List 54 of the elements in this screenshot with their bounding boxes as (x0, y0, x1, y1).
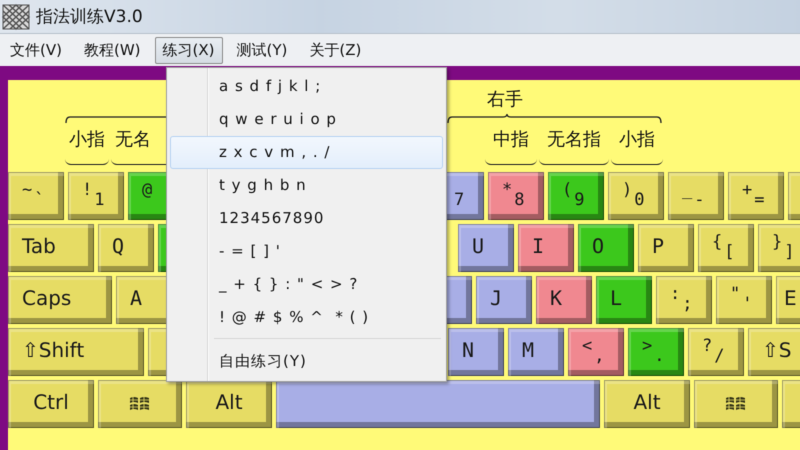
key: :; (656, 276, 712, 324)
flag-icon (724, 395, 748, 413)
key: Alt (604, 380, 690, 428)
key: )0 (608, 172, 664, 220)
key: Tab (8, 224, 94, 272)
window-title: 指法训练V3.0 (36, 6, 143, 28)
key: Ctrl (8, 380, 94, 428)
finger-label: 小指 (619, 129, 655, 150)
key: E (776, 276, 800, 324)
key: L (596, 276, 652, 324)
key: ⇧S (748, 328, 800, 376)
key: I (518, 224, 574, 272)
menu-bar-item[interactable]: 教程(W) (76, 36, 149, 64)
menu-bar-item[interactable]: 文件(V) (2, 36, 70, 64)
menu-item[interactable]: a s d f j k l ; (170, 70, 443, 103)
key: }] (758, 224, 800, 272)
key: Alt (186, 380, 272, 428)
hand-label: 右手 (487, 88, 523, 112)
key: _- (668, 172, 724, 220)
finger-label: 无名 (115, 129, 151, 150)
key: O (578, 224, 634, 272)
key: ⇧Shift (8, 328, 144, 376)
key: *8 (488, 172, 544, 220)
finger-label: 无名指 (547, 129, 601, 150)
menu-item[interactable]: _ + { } : " < > ? (170, 268, 443, 301)
finger-label: 中指 (493, 129, 529, 150)
menu-bar-item[interactable]: 测试(Y) (228, 36, 296, 64)
menu-bar-item[interactable]: 练习(X) (154, 36, 222, 64)
finger-label: 小指 (69, 129, 105, 150)
flag-icon (128, 395, 152, 413)
key: += (728, 172, 784, 220)
key: !1 (68, 172, 124, 220)
key: {[ (698, 224, 754, 272)
key: K (536, 276, 592, 324)
key: Caps (8, 276, 112, 324)
menu-item[interactable]: q w e r u i o p (170, 103, 443, 136)
key: ?/ (688, 328, 744, 376)
key: "' (716, 276, 772, 324)
checkered-icon (2, 2, 30, 30)
key: <, (568, 328, 624, 376)
key: N (448, 328, 504, 376)
key: P (638, 224, 694, 272)
key: (9 (548, 172, 604, 220)
key: Q (98, 224, 154, 272)
menu-item[interactable]: ! @ # $ % ^ * ( ) (170, 301, 443, 334)
menu-item[interactable]: 自由练习(Y) (170, 345, 443, 378)
key: >. (628, 328, 684, 376)
menu-item[interactable]: z x c v m , . / (170, 136, 443, 169)
key: ~` (8, 172, 64, 220)
key: M (508, 328, 564, 376)
menu-item[interactable]: - = [ ] ' (170, 235, 443, 268)
menu-bar-item[interactable]: 关于(Z) (301, 36, 370, 64)
key: U (458, 224, 514, 272)
key: J (476, 276, 532, 324)
